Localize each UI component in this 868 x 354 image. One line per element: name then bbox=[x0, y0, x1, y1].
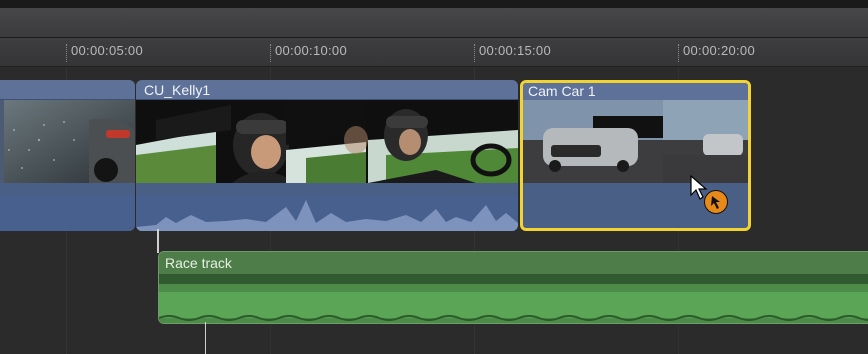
ruler-timecode: 00:00:15:00 bbox=[479, 43, 551, 58]
clip-filmstrip bbox=[136, 100, 518, 183]
clip-audio-section bbox=[0, 195, 135, 231]
clip-title: Cam Car 1 bbox=[528, 83, 596, 99]
ruler-timecode: 00:00:10:00 bbox=[275, 43, 347, 58]
ruler-tick bbox=[66, 44, 68, 62]
connection-line bbox=[157, 229, 159, 253]
audio-clip-race-track[interactable]: Race track bbox=[158, 251, 868, 324]
filmstrip-thumbnails bbox=[523, 100, 748, 183]
ruler-timecode: 00:00:20:00 bbox=[683, 43, 755, 58]
ruler-timecode: 00:00:05:00 bbox=[71, 43, 143, 58]
timeline-toolbar bbox=[0, 8, 868, 38]
video-clip-left[interactable] bbox=[0, 80, 135, 231]
clip-audio-waveform bbox=[136, 200, 518, 231]
clip-audio-section bbox=[136, 195, 518, 231]
clip-title: Race track bbox=[165, 255, 232, 271]
clip-filmstrip bbox=[523, 100, 748, 183]
clip-header: CU_Kelly1 bbox=[136, 80, 518, 100]
clip-filmstrip bbox=[0, 100, 135, 183]
playhead[interactable] bbox=[205, 322, 206, 354]
clip-header: Race track bbox=[159, 252, 868, 274]
connect-clip-badge-icon bbox=[704, 190, 728, 214]
ruler-tick bbox=[474, 44, 476, 62]
ruler-tick bbox=[678, 44, 680, 62]
clip-title: CU_Kelly1 bbox=[144, 82, 211, 98]
filmstrip-thumbnail bbox=[0, 100, 135, 183]
ruler-tick bbox=[270, 44, 272, 62]
video-clip-cu-kelly[interactable]: CU_Kelly1 bbox=[136, 80, 518, 231]
audio-waveform bbox=[159, 274, 868, 323]
window-top-strip bbox=[0, 0, 868, 8]
timeline-ruler[interactable]: 00:00:05:00 00:00:10:00 00:00:15:00 00:0… bbox=[0, 38, 868, 67]
filmstrip-thumbnails bbox=[136, 100, 518, 183]
clip-header bbox=[0, 80, 135, 100]
